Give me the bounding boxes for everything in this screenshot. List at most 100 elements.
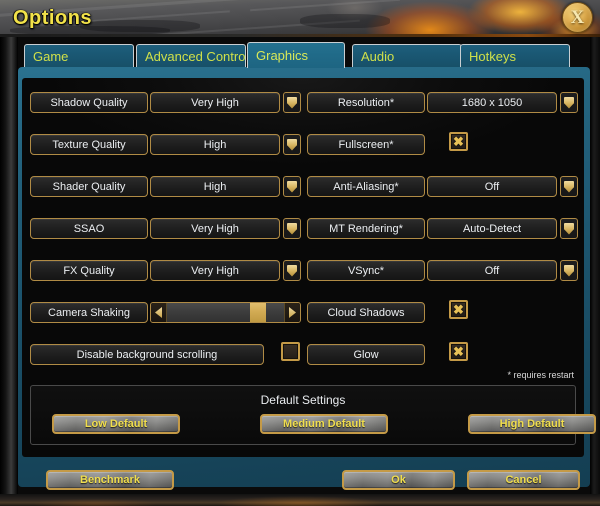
window-frame-left xyxy=(0,37,18,506)
chevron-down-glyph xyxy=(564,180,574,193)
chevron-down-glyph xyxy=(287,96,297,109)
setting-row-mt-rendering: MT Rendering* Auto-Detect xyxy=(307,218,579,239)
setting-slider-camera-shaking[interactable] xyxy=(150,302,301,323)
action-button-ok[interactable]: Ok xyxy=(342,470,455,490)
setting-label-glow[interactable]: Glow xyxy=(307,344,425,365)
page-title: Options xyxy=(13,7,93,29)
setting-value-text: 1680 x 1050 xyxy=(461,96,523,109)
setting-value-text: Off xyxy=(484,264,500,277)
action-button-cancel[interactable]: Cancel xyxy=(467,470,580,490)
tab-hotkeys[interactable]: Hotkeys xyxy=(460,44,570,68)
close-button[interactable]: X xyxy=(562,2,593,33)
chevron-down-icon[interactable] xyxy=(560,92,578,113)
default-button-low-default[interactable]: Low Default xyxy=(52,414,180,434)
chevron-down-icon[interactable] xyxy=(283,92,301,113)
slider-handle[interactable] xyxy=(250,303,267,322)
chevron-down-icon[interactable] xyxy=(560,218,578,239)
setting-label-fx-quality[interactable]: FX Quality xyxy=(30,260,148,281)
tab-label: Graphics xyxy=(256,48,309,63)
setting-checkbox-cloud-shadows[interactable]: ✖ xyxy=(449,300,468,319)
chevron-down-glyph xyxy=(564,222,574,235)
title-bar: Options xyxy=(0,0,600,37)
restart-note: * requires restart xyxy=(507,370,574,380)
chevron-down-icon[interactable] xyxy=(560,176,578,197)
tab-label: Game xyxy=(33,48,69,64)
setting-label-text: FX Quality xyxy=(63,264,115,277)
setting-dropdown-texture-quality[interactable]: High xyxy=(150,134,280,155)
chevron-down-icon[interactable] xyxy=(283,260,301,281)
setting-dropdown-anti-aliasing[interactable]: Off xyxy=(427,176,557,197)
default-button-label: High Default xyxy=(499,418,565,430)
setting-row-vsync: VSync* Off xyxy=(307,260,579,281)
setting-label-ssao[interactable]: SSAO xyxy=(30,218,148,239)
setting-label-camera-shaking[interactable]: Camera Shaking xyxy=(30,302,148,323)
chevron-down-icon[interactable] xyxy=(560,260,578,281)
setting-label-text: Glow xyxy=(353,348,379,361)
default-button-high-default[interactable]: High Default xyxy=(468,414,596,434)
default-button-medium-default[interactable]: Medium Default xyxy=(260,414,388,434)
setting-label-mt-rendering[interactable]: MT Rendering* xyxy=(307,218,425,239)
setting-value-text: Very High xyxy=(191,96,239,109)
chevron-down-icon[interactable] xyxy=(283,218,301,239)
setting-dropdown-shader-quality[interactable]: High xyxy=(150,176,280,197)
window-frame-right xyxy=(590,37,600,506)
setting-label-anti-aliasing[interactable]: Anti-Aliasing* xyxy=(307,176,425,197)
options-window: Options X Game Advanced Controls Graphics A… xyxy=(0,0,600,506)
setting-value-text: Auto-Detect xyxy=(462,222,522,235)
setting-label-disable-background-scrolling[interactable]: Disable background scrolling xyxy=(30,344,264,365)
setting-value-text: Very High xyxy=(191,264,239,277)
setting-checkbox-glow[interactable]: ✖ xyxy=(449,342,468,361)
setting-label-text: VSync* xyxy=(347,264,385,277)
chevron-down-glyph xyxy=(287,138,297,151)
setting-dropdown-mt-rendering[interactable]: Auto-Detect xyxy=(427,218,557,239)
tab-label: Hotkeys xyxy=(469,48,516,64)
setting-row-anti-aliasing: Anti-Aliasing* Off xyxy=(307,176,579,197)
setting-dropdown-ssao[interactable]: Very High xyxy=(150,218,280,239)
setting-label-text: Disable background scrolling xyxy=(76,348,218,361)
slider-increase-arrow-icon[interactable] xyxy=(285,303,300,322)
action-button-label: Benchmark xyxy=(80,474,140,486)
setting-row-camera-shaking: Camera Shaking xyxy=(30,302,302,323)
tab-audio[interactable]: Audio xyxy=(352,44,462,68)
chevron-down-glyph xyxy=(564,96,574,109)
action-button-benchmark[interactable]: Benchmark xyxy=(46,470,174,490)
check-x-icon: ✖ xyxy=(453,344,464,359)
setting-label-resolution[interactable]: Resolution* xyxy=(307,92,425,113)
setting-row-resolution: Resolution* 1680 x 1050 xyxy=(307,92,579,113)
setting-label-shadow-quality[interactable]: Shadow Quality xyxy=(30,92,148,113)
chevron-down-glyph xyxy=(287,264,297,277)
setting-dropdown-resolution[interactable]: 1680 x 1050 xyxy=(427,92,557,113)
setting-dropdown-vsync[interactable]: Off xyxy=(427,260,557,281)
setting-row-disable-background-scrolling: Disable background scrolling ✖ xyxy=(30,342,302,365)
setting-label-shader-quality[interactable]: Shader Quality xyxy=(30,176,148,197)
setting-checkbox-disable-background-scrolling[interactable]: ✖ xyxy=(281,342,300,361)
setting-label-text: MT Rendering* xyxy=(329,222,403,235)
tab-label: Audio xyxy=(361,48,395,64)
setting-label-fullscreen[interactable]: Fullscreen* xyxy=(307,134,425,155)
setting-label-text: Fullscreen* xyxy=(338,138,394,151)
action-button-label: Cancel xyxy=(505,474,542,486)
setting-label-text: SSAO xyxy=(73,222,105,235)
setting-label-cloud-shadows[interactable]: Cloud Shadows xyxy=(307,302,425,323)
setting-dropdown-fx-quality[interactable]: Very High xyxy=(150,260,280,281)
slider-track[interactable] xyxy=(166,303,285,322)
default-button-label: Medium Default xyxy=(283,418,365,430)
slider-decrease-arrow-icon[interactable] xyxy=(151,303,166,322)
setting-dropdown-shadow-quality[interactable]: Very High xyxy=(150,92,280,113)
setting-label-text: Anti-Aliasing* xyxy=(333,180,399,193)
chevron-down-icon[interactable] xyxy=(283,134,301,155)
default-settings-title: Default Settings xyxy=(260,393,346,407)
setting-value-text: Very High xyxy=(191,222,239,235)
setting-checkbox-fullscreen[interactable]: ✖ xyxy=(449,132,468,151)
setting-row-glow: Glow ✖ xyxy=(307,342,579,365)
setting-label-text: Cloud Shadows xyxy=(327,306,405,319)
tab-graphics[interactable]: Graphics xyxy=(247,42,345,68)
setting-row-fullscreen: Fullscreen* ✖ xyxy=(307,132,579,155)
chevron-down-glyph xyxy=(287,180,297,193)
chevron-down-icon[interactable] xyxy=(283,176,301,197)
setting-label-vsync[interactable]: VSync* xyxy=(307,260,425,281)
setting-label-texture-quality[interactable]: Texture Quality xyxy=(30,134,148,155)
tab-advanced-controls[interactable]: Advanced Controls xyxy=(136,44,246,68)
setting-row-shadow-quality: Shadow Quality Very High xyxy=(30,92,302,113)
tab-game[interactable]: Game xyxy=(24,44,134,68)
